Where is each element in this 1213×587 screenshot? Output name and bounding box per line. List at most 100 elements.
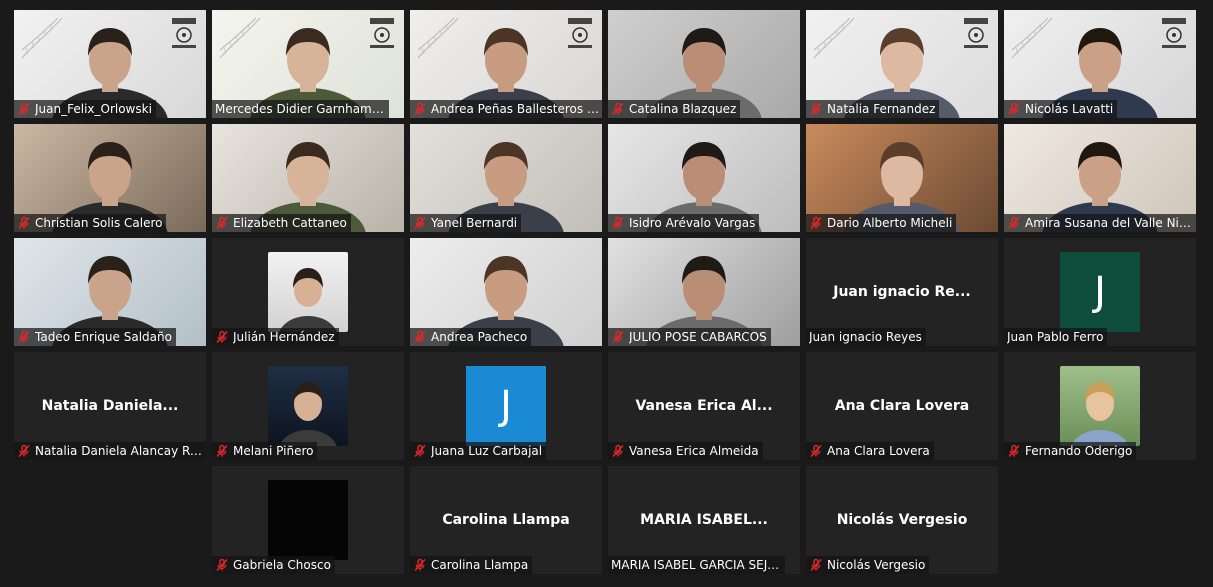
participant-display-name: Ana Clara Lovera bbox=[834, 398, 970, 414]
participant-name-label: Andrea Peñas Ballesteros - RS... bbox=[410, 100, 602, 118]
participant-tile[interactable]: Amira Susana del Valle Nie... bbox=[1004, 124, 1196, 232]
participant-name: MARIA ISABEL GARCIA SEJAS bbox=[611, 558, 781, 572]
participant-name-label: Yanel Bernardi bbox=[410, 214, 522, 232]
profile-silhouette bbox=[1071, 382, 1129, 446]
participant-tile[interactable]: Juan_Felix_Orlowski bbox=[14, 10, 206, 118]
participant-tile[interactable]: Fernando Oderigo bbox=[1004, 352, 1196, 460]
participant-tile[interactable]: Gabriela Chosco bbox=[212, 466, 404, 574]
participant-tile[interactable]: Vanesa Erica Al... Vanesa Erica Almeida bbox=[608, 352, 800, 460]
participant-display-name: Nicolás Vergesio bbox=[836, 512, 968, 528]
participant-tile[interactable]: Carolina Llampa Carolina Llampa bbox=[410, 466, 602, 574]
participant-tile[interactable]: Natalia Fernandez bbox=[806, 10, 998, 118]
participant-name-label: MARIA ISABEL GARCIA SEJAS bbox=[608, 556, 785, 574]
event-logo-icon bbox=[964, 18, 988, 48]
microphone-muted-icon bbox=[18, 444, 30, 458]
participant-display-name: MARIA ISABEL... bbox=[640, 512, 768, 528]
participant-name: Isidro Arévalo Vargas bbox=[629, 216, 756, 230]
participant-tile[interactable]: Isidro Arévalo Vargas bbox=[608, 124, 800, 232]
participant-name: Dario Alberto Micheli bbox=[827, 216, 953, 230]
participant-tile[interactable]: JULIO POSE CABARCOS bbox=[608, 238, 800, 346]
participant-name-label: Nicolás Lavatti bbox=[1004, 100, 1118, 118]
participant-name: Christian Solis Calero bbox=[35, 216, 163, 230]
participant-name-label: Ana Clara Lovera bbox=[806, 442, 934, 460]
participant-tile[interactable]: Tadeo Enrique Saldaño bbox=[14, 238, 206, 346]
event-logo-icon bbox=[370, 18, 394, 48]
microphone-muted-icon bbox=[810, 216, 822, 230]
participant-tile[interactable]: Dario Alberto Micheli bbox=[806, 124, 998, 232]
microphone-muted-icon bbox=[1008, 102, 1020, 116]
profile-silhouette bbox=[279, 382, 337, 446]
participant-tile[interactable]: Natalia Daniela... Natalia Daniela Alanc… bbox=[14, 352, 206, 460]
microphone-muted-icon bbox=[810, 444, 822, 458]
participant-tile[interactable]: Juan ignacio Re... Juan ignacio Reyes bbox=[806, 238, 998, 346]
microphone-muted-icon bbox=[18, 216, 30, 230]
microphone-muted-icon bbox=[612, 330, 624, 344]
participant-name: Yanel Bernardi bbox=[431, 216, 518, 230]
participant-name-label: Elizabeth Cattaneo bbox=[212, 214, 351, 232]
dna-decoration-icon bbox=[1011, 17, 1053, 59]
participant-tile[interactable]: Andrea Peñas Ballesteros - RS... bbox=[410, 10, 602, 118]
participant-name: Carolina Llampa bbox=[431, 558, 529, 572]
participant-name-label: Julián Hernández bbox=[212, 328, 339, 346]
participant-name: Julián Hernández bbox=[233, 330, 335, 344]
event-logo-icon bbox=[568, 18, 592, 48]
participant-name: JULIO POSE CABARCOS bbox=[629, 330, 767, 344]
participant-name: Andrea Pacheco bbox=[431, 330, 528, 344]
participant-name-label: Isidro Arévalo Vargas bbox=[608, 214, 760, 232]
participant-tile[interactable]: J Juana Luz Carbajal bbox=[410, 352, 602, 460]
microphone-muted-icon bbox=[1008, 444, 1020, 458]
participant-name: Juana Luz Carbajal bbox=[431, 444, 543, 458]
event-logo-icon bbox=[1162, 18, 1186, 48]
participant-tile[interactable]: Julián Hernández bbox=[212, 238, 404, 346]
participant-name-label: Natalia Daniela Alancay Ro... bbox=[14, 442, 206, 460]
participant-tile[interactable]: Andrea Pacheco bbox=[410, 238, 602, 346]
participant-display-name: Carolina Llampa bbox=[442, 512, 570, 528]
participant-tile[interactable]: Christian Solis Calero bbox=[14, 124, 206, 232]
participant-name-label: Vanesa Erica Almeida bbox=[608, 442, 763, 460]
participant-tile[interactable]: Melani Piñero bbox=[212, 352, 404, 460]
participant-name: Vanesa Erica Almeida bbox=[629, 444, 759, 458]
participant-name-label: Catalina Blazquez bbox=[608, 100, 741, 118]
profile-photo bbox=[1060, 366, 1140, 446]
microphone-muted-icon bbox=[216, 216, 228, 230]
participant-name: Juan_Felix_Orlowski bbox=[35, 102, 152, 116]
participant-name-label: Christian Solis Calero bbox=[14, 214, 167, 232]
microphone-muted-icon bbox=[810, 102, 822, 116]
participant-name-label: Juan Pablo Ferro bbox=[1004, 328, 1108, 346]
microphone-muted-icon bbox=[414, 216, 426, 230]
microphone-muted-icon bbox=[216, 558, 228, 572]
participant-tile[interactable]: Mercedes Didier Garnham | R... bbox=[212, 10, 404, 118]
participant-display-name: Natalia Daniela... bbox=[41, 398, 179, 414]
participant-tile[interactable]: Nicolás Lavatti bbox=[1004, 10, 1196, 118]
profile-photo bbox=[268, 252, 348, 332]
microphone-muted-icon bbox=[612, 444, 624, 458]
participant-name-label: Nicolás Vergesio bbox=[806, 556, 930, 574]
dna-decoration-icon bbox=[417, 17, 459, 59]
participant-tile[interactable]: Elizabeth Cattaneo bbox=[212, 124, 404, 232]
microphone-muted-icon bbox=[216, 444, 228, 458]
avatar-letter: J bbox=[466, 366, 546, 446]
participant-tile[interactable]: MARIA ISABEL... MARIA ISABEL GARCIA SEJA… bbox=[608, 466, 800, 574]
participant-name-label: Mercedes Didier Garnham | R... bbox=[212, 100, 389, 118]
participant-tile[interactable]: J Juan Pablo Ferro bbox=[1004, 238, 1196, 346]
participant-name-label: Juan_Felix_Orlowski bbox=[14, 100, 156, 118]
participant-tile[interactable]: Nicolás Vergesio Nicolás Vergesio bbox=[806, 466, 998, 574]
participant-tile[interactable]: Catalina Blazquez bbox=[608, 10, 800, 118]
participant-display-name: Vanesa Erica Al... bbox=[635, 398, 773, 414]
microphone-muted-icon bbox=[612, 216, 624, 230]
profile-photo bbox=[268, 480, 348, 560]
participant-name-label: Carolina Llampa bbox=[410, 556, 533, 574]
participant-name-label: Gabriela Chosco bbox=[212, 556, 335, 574]
participant-name: Elizabeth Cattaneo bbox=[233, 216, 347, 230]
profile-photo bbox=[268, 366, 348, 446]
participant-name: Natalia Daniela Alancay Ro... bbox=[35, 444, 205, 458]
participant-name-label: Dario Alberto Micheli bbox=[806, 214, 957, 232]
participant-tile[interactable]: Yanel Bernardi bbox=[410, 124, 602, 232]
microphone-muted-icon bbox=[810, 558, 822, 572]
dna-decoration-icon bbox=[813, 17, 855, 59]
participant-name: Nicolás Vergesio bbox=[827, 558, 926, 572]
participant-name: Andrea Peñas Ballesteros - RS... bbox=[431, 102, 601, 116]
participant-name: Melani Piñero bbox=[233, 444, 314, 458]
participant-tile[interactable]: Ana Clara Lovera Ana Clara Lovera bbox=[806, 352, 998, 460]
dna-decoration-icon bbox=[21, 17, 63, 59]
